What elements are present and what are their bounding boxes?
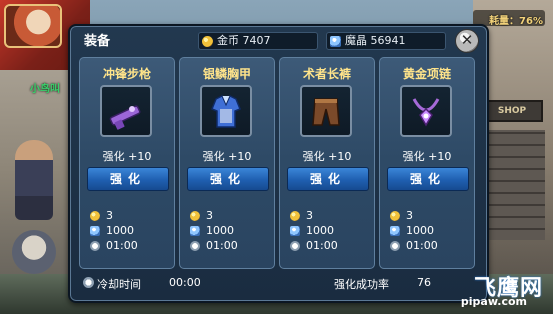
shop-sign-text: SHOP (497, 106, 527, 116)
time-cost-row: 01:00 (390, 238, 438, 253)
cost-list: 3 1000 01:00 (190, 208, 238, 253)
gold-coin-icon (90, 210, 100, 221)
gold-currency: 金币 7407 (198, 32, 318, 50)
item-slot[interactable] (400, 85, 452, 137)
equipment-card-rifle: 冲锋步枪 强化 +10 强化 3 1000 01:00 (79, 57, 175, 269)
cooldown-value: 00:00 (169, 276, 201, 289)
gold-coin-icon (190, 210, 200, 221)
item-name: 黄金项链 (402, 67, 451, 81)
time-cost: 01:00 (206, 239, 238, 252)
item-slot[interactable] (300, 85, 352, 137)
gold-amount: 7407 (242, 34, 271, 47)
clock-icon (190, 240, 200, 251)
crystal-label: 魔晶 (345, 34, 371, 47)
clock-icon (390, 240, 400, 251)
enhance-level: 强化 +10 (402, 150, 452, 163)
item-slot[interactable] (200, 85, 252, 137)
equipment-card-armor: 银鳞胸甲 强化 +10 强化 3 1000 01:00 (179, 57, 275, 269)
enhance-level: 强化 +10 (302, 150, 352, 163)
npc-character[interactable] (12, 230, 56, 274)
equipment-panel: 装备 金币 7407 魔晶 56941 ✕ 冲锋步枪 强化 +10 强化 3 1 (68, 24, 489, 303)
clock-icon (290, 240, 300, 251)
enhance-button[interactable]: 强化 (187, 167, 269, 191)
pants-icon (312, 98, 340, 126)
time-cost: 01:00 (106, 239, 138, 252)
time-cost: 01:00 (306, 239, 338, 252)
panel-title: 装备 (84, 34, 111, 49)
gold-cost: 3 (306, 209, 313, 222)
gold-label: 金币 (217, 34, 243, 47)
item-slot[interactable] (100, 85, 152, 137)
status-readout: 耗量：76% (489, 16, 543, 27)
shop-sign: SHOP (481, 100, 543, 122)
time-cost-row: 01:00 (90, 238, 138, 253)
gold-cost-row: 3 (90, 208, 138, 223)
item-name: 冲锋步枪 (102, 67, 151, 81)
player-character[interactable] (15, 140, 53, 220)
crystal-icon (190, 225, 200, 236)
success-rate-label: 强化成功率 (334, 278, 389, 291)
gold-cost-row: 3 (290, 208, 338, 223)
clock-icon (90, 240, 100, 251)
crystal-cost-row: 1000 (290, 223, 338, 238)
site-watermark: 飞鹰网 pipaw.com (417, 270, 549, 310)
crystal-cost: 1000 (406, 224, 434, 237)
crystal-icon (290, 225, 300, 236)
cost-list: 3 1000 01:00 (290, 208, 338, 253)
cost-list: 3 1000 01:00 (90, 208, 138, 253)
gold-cost: 3 (206, 209, 213, 222)
crystal-icon (330, 35, 341, 47)
gold-coin-icon (390, 210, 400, 221)
enhance-level: 强化 +10 (102, 150, 152, 163)
crystal-currency: 魔晶 56941 (326, 32, 446, 50)
gold-cost: 3 (106, 209, 113, 222)
item-name: 银鳞胸甲 (202, 67, 251, 81)
rifle-icon (109, 105, 141, 130)
equipment-cards: 冲锋步枪 强化 +10 强化 3 1000 01:00 银鳞胸甲 强化 +10 … (79, 57, 478, 269)
equipment-card-pants: 术者长裤 强化 +10 强化 3 1000 01:00 (279, 57, 375, 269)
player-avatar[interactable] (4, 4, 62, 48)
crystal-cost: 1000 (106, 224, 134, 237)
player-name: 小鸟叫 (30, 84, 60, 95)
enhance-button[interactable]: 强化 (287, 167, 369, 191)
equipment-card-necklace: 黄金项链 强化 +10 强化 3 1000 01:00 (379, 57, 475, 269)
crystal-amount: 56941 (370, 34, 406, 47)
time-cost-row: 01:00 (190, 238, 238, 253)
gold-coin-icon (290, 210, 300, 221)
crystal-icon (90, 225, 100, 236)
enhance-button[interactable]: 强化 (87, 167, 169, 191)
watermark-url: pipaw.com (460, 295, 527, 308)
necklace-icon (412, 98, 440, 127)
item-name: 术者长裤 (302, 67, 351, 81)
gold-cost: 3 (406, 209, 413, 222)
gold-coin-icon (202, 35, 213, 47)
gold-cost-row: 3 (390, 208, 438, 223)
crystal-cost-row: 1000 (190, 223, 238, 238)
cooldown-label: 冷却时间 (97, 278, 141, 291)
crystal-cost-row: 1000 (90, 223, 138, 238)
crystal-cost-row: 1000 (390, 223, 438, 238)
armor-icon (211, 95, 241, 128)
gold-cost-row: 3 (190, 208, 238, 223)
cooldown-clock-icon (83, 277, 94, 288)
time-cost: 01:00 (406, 239, 438, 252)
time-cost-row: 01:00 (290, 238, 338, 253)
cost-list: 3 1000 01:00 (390, 208, 438, 253)
crystal-cost: 1000 (306, 224, 334, 237)
crystal-cost: 1000 (206, 224, 234, 237)
enhance-level: 强化 +10 (202, 150, 252, 163)
close-button[interactable]: ✕ (455, 29, 479, 53)
enhance-button[interactable]: 强化 (387, 167, 469, 191)
crystal-icon (390, 225, 400, 236)
shop-shutter (483, 130, 545, 240)
